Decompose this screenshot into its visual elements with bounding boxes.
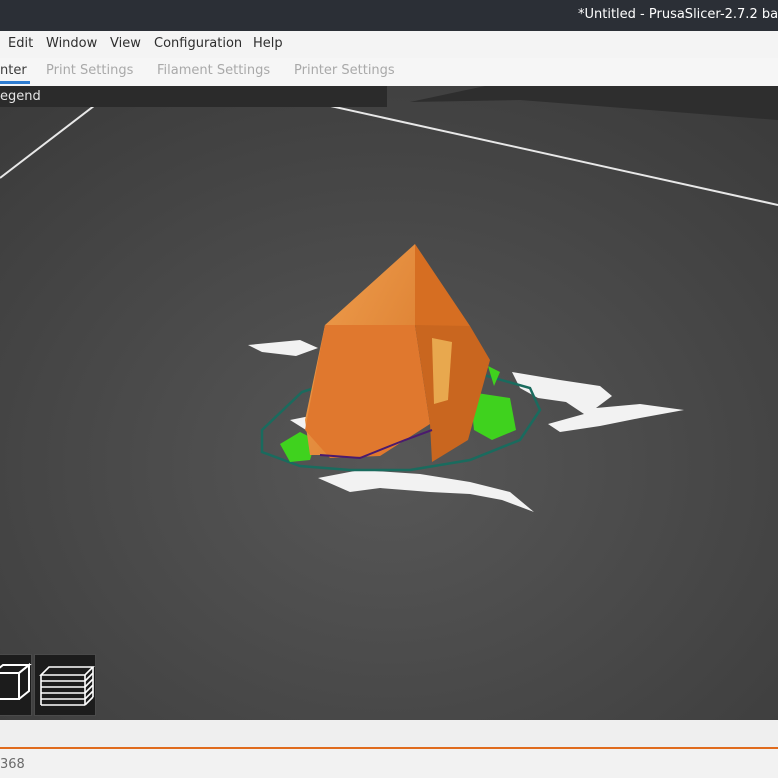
tab-print-settings[interactable]: Print Settings <box>46 63 133 78</box>
scene-canvas[interactable] <box>0 86 778 720</box>
title-bar: *Untitled - PrusaSlicer-2.7.2 base <box>0 0 778 31</box>
menu-window[interactable]: Window <box>46 36 97 51</box>
layers-stack-icon <box>39 666 95 706</box>
legend-label: egend <box>0 89 41 104</box>
menu-edit[interactable]: Edit <box>8 36 33 51</box>
view-3d-button[interactable] <box>0 654 32 716</box>
menu-view[interactable]: View <box>110 36 141 51</box>
tab-bar: nter Print Settings Filament Settings Pr… <box>0 58 778 86</box>
tab-plater[interactable]: nter <box>0 63 27 78</box>
legend-toggle[interactable]: egend <box>0 86 387 107</box>
cube-3d-icon <box>0 662 32 700</box>
status-text: 368 <box>0 757 25 772</box>
active-tab-indicator <box>0 81 30 84</box>
menu-configuration[interactable]: Configuration <box>154 36 242 51</box>
3d-viewport[interactable] <box>0 86 778 720</box>
window-title: *Untitled - PrusaSlicer-2.7.2 base <box>578 7 778 22</box>
bottom-panel <box>0 720 778 747</box>
status-bar: 368 <box>0 749 778 778</box>
view-preview-button[interactable] <box>34 654 96 716</box>
tab-filament-settings[interactable]: Filament Settings <box>157 63 270 78</box>
menu-bar: Edit Window View Configuration Help <box>0 31 778 59</box>
tab-printer-settings[interactable]: Printer Settings <box>294 63 395 78</box>
menu-help[interactable]: Help <box>253 36 283 51</box>
